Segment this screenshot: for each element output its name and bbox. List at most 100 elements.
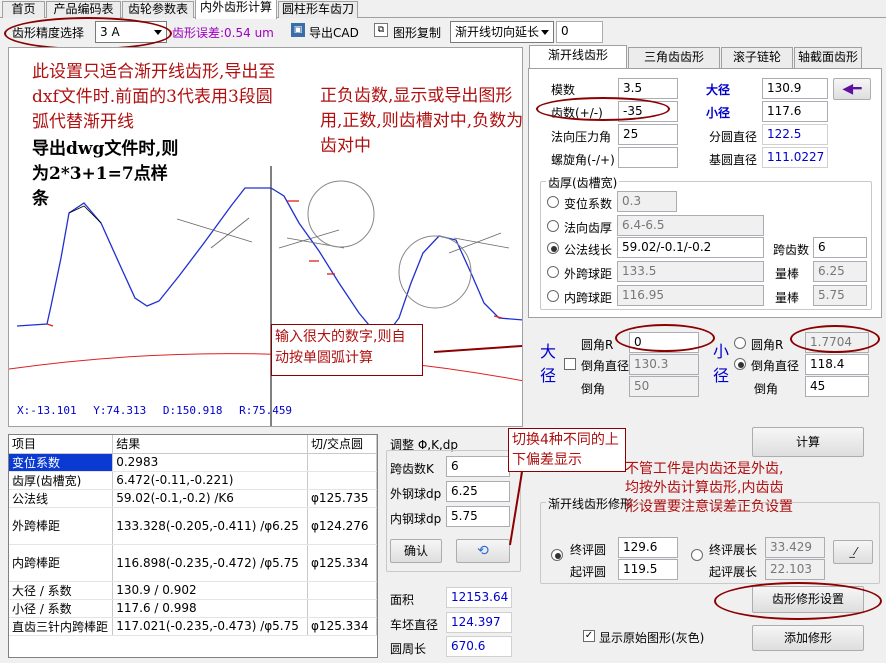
construction-line <box>210 217 250 249</box>
pressure-angle-input[interactable]: 25 <box>618 124 678 145</box>
table-cell: 小径 / 系数 <box>9 599 114 618</box>
tab-axial-section[interactable]: 轴截面齿形 <box>794 47 862 68</box>
table-row[interactable]: 大径 / 系数 130.9 / 0.902 <box>9 581 377 600</box>
span-length-label: 公法线长 <box>564 243 613 257</box>
small-chamfer-input[interactable]: 118.4 <box>805 354 869 375</box>
big-chamfer-input[interactable]: 130.3 <box>629 354 699 375</box>
pressure-angle-label: 法向压力角 <box>551 130 612 144</box>
coord-d: D:150.918 <box>162 404 223 417</box>
area-value: 12153.64 <box>446 587 512 608</box>
adjust-ok-button[interactable]: 确认 <box>390 539 442 563</box>
curve-icon: _⁄ <box>849 545 857 558</box>
int-rod-input[interactable]: 5.75 <box>813 285 867 306</box>
table-row[interactable]: 直齿三针内跨棒距 117.021(-0.235,-0.473) /φ5.75 φ12… <box>9 617 377 636</box>
ext-ball-radio[interactable] <box>547 266 559 278</box>
small-chamfer-radio[interactable] <box>734 358 746 370</box>
table-cell <box>307 599 377 618</box>
end-circle-input[interactable]: 129.6 <box>618 537 678 558</box>
tab-tooth-calc[interactable]: 内外齿形计算 <box>195 0 277 19</box>
calculate-button[interactable]: 计算 <box>752 427 864 457</box>
annotation-teeth-sign-note: 正负齿数,显示或导出图形用,正数,则齿槽对中,负数为齿对中 <box>320 86 524 156</box>
ext-ball-input[interactable]: 133.5 <box>617 261 764 282</box>
annotation-arrow <box>509 471 523 546</box>
annotation-oval <box>615 324 715 352</box>
tab-roller-chain[interactable]: 滚子链轮 <box>721 47 793 68</box>
int-ball-input[interactable]: 116.95 <box>617 285 764 306</box>
tab-involute[interactable]: 渐开线齿形 <box>529 45 627 68</box>
construction-line <box>453 237 510 249</box>
module-input[interactable]: 3.5 <box>618 78 678 99</box>
table-row[interactable]: 外跨棒距 133.328(-0.205,-0.411) /φ6.25 φ124.27… <box>9 507 377 545</box>
extension-offset-input[interactable]: 0 <box>556 21 603 43</box>
shift-coef-label: 变位系数 <box>564 197 613 211</box>
perimeter-value: 670.6 <box>446 636 512 657</box>
tab-product-code[interactable]: 产品编码表 <box>46 1 121 18</box>
table-row[interactable]: 小径 / 系数 117.6 / 0.998 <box>9 599 377 618</box>
table-row[interactable]: 齿厚(齿槽宽) 6.472(-0.11,-0.221) <box>9 471 377 490</box>
normal-thickness-input[interactable]: 6.4-6.5 <box>617 215 764 236</box>
copy-icon[interactable]: ⧉ <box>374 23 388 37</box>
annotation-oval <box>536 97 670 121</box>
modification-curve-button[interactable]: _⁄ <box>833 540 873 564</box>
export-cad-button[interactable]: 导出CAD <box>309 24 359 41</box>
module-label: 模数 <box>551 83 576 97</box>
tab-home[interactable]: 首页 <box>2 1 45 18</box>
table-cell <box>307 453 377 472</box>
eval-length-radio[interactable] <box>691 549 703 561</box>
minor-diameter-input[interactable]: 117.6 <box>762 101 828 122</box>
small-angle-input[interactable]: 45 <box>805 376 869 397</box>
annotation-arrow <box>433 344 522 353</box>
tab-gear-params[interactable]: 齿轮参数表 <box>122 1 194 18</box>
normal-thickness-radio[interactable] <box>547 220 559 232</box>
table-cell: φ125.735 <box>307 489 377 508</box>
tab-triangle[interactable]: 三角齿齿形 <box>628 47 720 68</box>
results-table: 项目 结果 切/交点圆 变位系数 0.2983 齿厚(齿槽宽) 6.472(-0.1… <box>8 434 378 658</box>
annotation-dwg-note: 导出dwg文件时,则为2*3+1=7点样条 <box>32 139 179 209</box>
construction-line <box>176 218 253 243</box>
big-angle-input[interactable]: 50 <box>629 376 699 397</box>
blank-diameter-label: 车坯直径 <box>390 618 439 632</box>
add-modification-button[interactable]: 添加修形 <box>752 625 864 651</box>
ext-rod-input[interactable]: 6.25 <box>813 261 867 282</box>
helix-angle-input[interactable] <box>618 147 678 168</box>
end-length-input[interactable]: 33.429 <box>765 537 825 558</box>
small-fillet-radio[interactable] <box>734 337 746 349</box>
eval-circle-radio[interactable] <box>551 549 563 561</box>
annotation-oval <box>714 582 882 620</box>
measuring-ball-circle <box>307 180 375 248</box>
modification-group-label: 渐开线齿形修形 <box>546 495 635 512</box>
table-row[interactable]: 公法线 59.02(-0.1,-0.2) /K6 φ125.735 <box>9 489 377 508</box>
refresh-icon: ⟲ <box>477 543 489 559</box>
extension-mode-select[interactable]: 渐开线切向延长 <box>450 21 554 43</box>
span-teeth-input[interactable]: 6 <box>813 237 867 258</box>
cad-icon[interactable]: ▣ <box>291 23 305 37</box>
shift-coef-input[interactable]: 0.3 <box>617 191 677 212</box>
span-length-radio[interactable] <box>547 242 559 254</box>
table-row[interactable]: 变位系数 0.2983 <box>9 453 377 472</box>
arrow-left-button[interactable]: ◀━ <box>833 78 871 100</box>
show-original-checkbox[interactable]: ✓ <box>583 630 595 642</box>
span-length-input[interactable]: 59.02/-0.1/-0.2 <box>617 237 764 258</box>
table-cell: φ124.276 <box>307 507 377 545</box>
table-cell <box>307 581 377 600</box>
adjust-int-label: 内钢球dp <box>390 512 442 526</box>
tolerance-mark <box>46 323 54 327</box>
tab-shaper-cutter[interactable]: 圆柱形车齿刀 <box>278 1 358 18</box>
start-circle-input[interactable]: 119.5 <box>618 559 678 580</box>
shift-coef-radio[interactable] <box>547 196 559 208</box>
table-row[interactable]: 内跨棒距 116.898(-0.235,-0.472) /φ5.75 φ125.33… <box>9 544 377 582</box>
table-cell: 齿厚(齿槽宽) <box>9 471 114 490</box>
small-chamfer-label: 倒角直径 <box>751 359 800 373</box>
show-original-label: 显示原始图形(灰色) <box>599 631 705 645</box>
big-chamfer-checkbox[interactable] <box>564 358 576 370</box>
adjust-span-label: 跨齿数K <box>390 462 434 476</box>
major-diameter-input[interactable]: 130.9 <box>762 78 828 99</box>
profile-type-tabs: 渐开线齿形 三角齿齿形 滚子链轮 轴截面齿形 <box>527 45 882 69</box>
annotation-oval <box>790 325 880 353</box>
col-circle: 切/交点圆 <box>307 435 377 454</box>
chevron-down-icon <box>541 30 549 35</box>
int-ball-radio[interactable] <box>547 290 559 302</box>
coord-x: X:-13.101 <box>17 404 77 417</box>
copy-graph-button[interactable]: 图形复制 <box>393 24 441 41</box>
start-length-input[interactable]: 22.103 <box>765 559 825 580</box>
